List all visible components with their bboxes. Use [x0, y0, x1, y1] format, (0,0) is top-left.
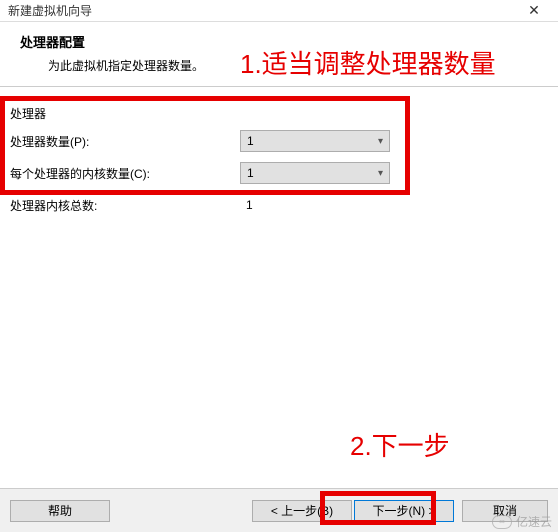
close-button[interactable]: ✕ — [518, 1, 550, 21]
watermark-text: 亿速云 — [516, 513, 552, 530]
close-icon: ✕ — [528, 2, 540, 19]
processor-count-row: 处理器数量(P): 1 ▾ — [0, 125, 558, 157]
total-cores-value: 1 — [240, 198, 253, 212]
processor-count-value: 1 — [247, 134, 378, 148]
annotation-text-1: 1.适当调整处理器数量 — [240, 44, 496, 81]
cores-per-processor-value: 1 — [247, 166, 378, 180]
back-button[interactable]: < 上一步(B) — [252, 500, 352, 522]
watermark: ∞ 亿速云 — [492, 513, 552, 530]
wizard-footer: 帮助 < 上一步(B) 下一步(N) > 取消 — [0, 488, 558, 532]
chevron-down-icon: ▾ — [378, 168, 383, 179]
content-area: 处理器 处理器数量(P): 1 ▾ 每个处理器的内核数量(C): 1 ▾ 处理器… — [0, 87, 558, 221]
annotation-text-2: 2.下一步 — [350, 426, 450, 463]
watermark-logo-icon: ∞ — [492, 515, 512, 529]
processor-count-label: 处理器数量(P): — [10, 133, 240, 150]
cores-per-processor-label: 每个处理器的内核数量(C): — [10, 165, 240, 182]
window-title: 新建虚拟机向导 — [8, 2, 92, 19]
help-button[interactable]: 帮助 — [10, 500, 110, 522]
total-cores-label: 处理器内核总数: — [10, 197, 240, 214]
next-button[interactable]: 下一步(N) > — [354, 500, 454, 522]
cores-per-processor-row: 每个处理器的内核数量(C): 1 ▾ — [0, 157, 558, 189]
group-heading-row: 处理器 — [0, 101, 558, 125]
titlebar: 新建虚拟机向导 ✕ — [0, 0, 558, 22]
group-label: 处理器 — [10, 105, 240, 122]
cores-per-processor-dropdown[interactable]: 1 ▾ — [240, 162, 390, 184]
total-cores-row: 处理器内核总数: 1 — [0, 189, 558, 221]
chevron-down-icon: ▾ — [378, 136, 383, 147]
processor-count-dropdown[interactable]: 1 ▾ — [240, 130, 390, 152]
